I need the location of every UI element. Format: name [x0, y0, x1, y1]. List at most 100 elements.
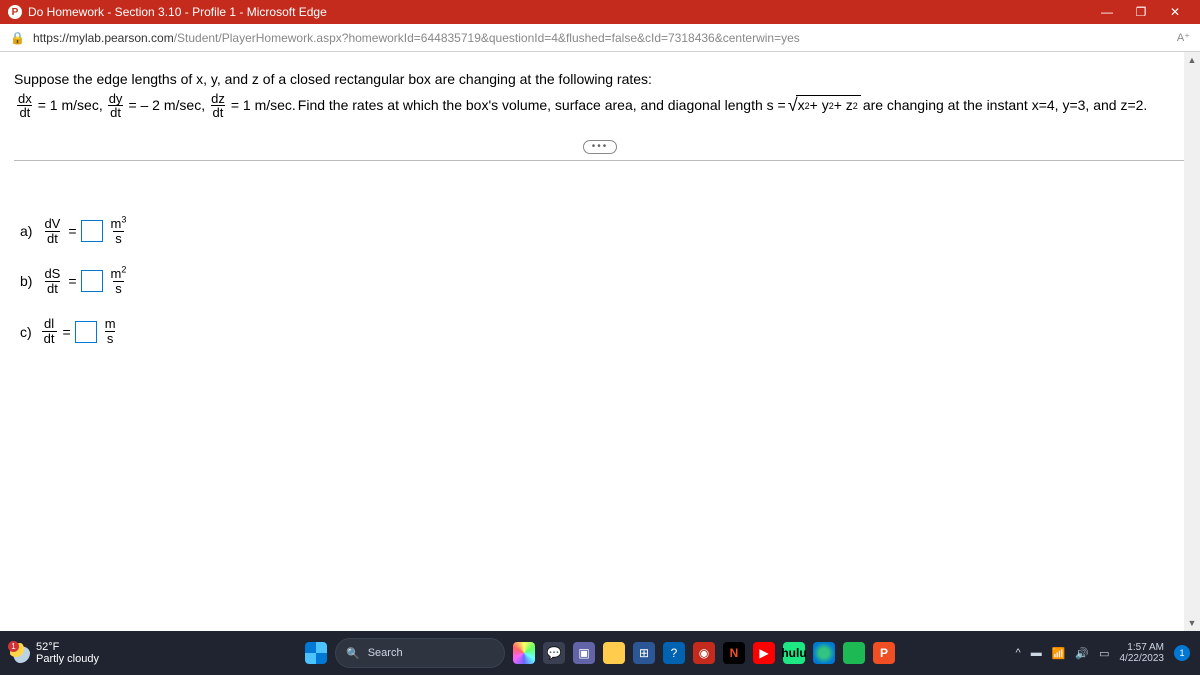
- problem-mid: Find the rates at which the box's volume…: [298, 96, 786, 116]
- frac-num: dV: [42, 217, 62, 231]
- rad-x: x: [798, 96, 805, 116]
- problem-intro: Suppose the edge lengths of x, y, and z …: [14, 70, 1186, 90]
- frac-num: dx: [16, 92, 34, 106]
- url-path: /Student/PlayerHomework.aspx?homeworkId=…: [174, 31, 800, 45]
- dy-value: = – 2 m/sec,: [128, 96, 205, 116]
- clock[interactable]: 1:57 AM 4/22/2023: [1120, 642, 1165, 664]
- battery-icon[interactable]: ▭: [1099, 647, 1109, 660]
- volume-icon[interactable]: 🔊: [1075, 647, 1089, 660]
- answer-c-input[interactable]: [75, 321, 97, 343]
- unit-m: m: [111, 216, 122, 231]
- tray-chevron-icon[interactable]: ^: [1016, 647, 1021, 659]
- unit-c: m s: [103, 317, 118, 345]
- wifi-icon[interactable]: 📶: [1052, 647, 1066, 660]
- maximize-button[interactable]: ❐: [1124, 5, 1158, 19]
- answer-b-input[interactable]: [81, 270, 103, 292]
- equals: =: [68, 223, 76, 239]
- answer-a-label: a): [20, 223, 32, 239]
- dl-dt-fraction: dl dt: [42, 317, 57, 345]
- frac-den: dt: [45, 281, 60, 296]
- frac-num: dS: [42, 267, 62, 281]
- answer-b-label: b): [20, 273, 32, 289]
- app-icon: P: [8, 5, 22, 19]
- edge-icon[interactable]: [813, 642, 835, 664]
- frac-den: dt: [42, 331, 57, 346]
- answer-b-row: b) dS dt = m2 s: [20, 267, 1186, 295]
- equals: =: [68, 273, 76, 289]
- camera-icon[interactable]: ▣: [573, 642, 595, 664]
- onedrive-icon[interactable]: ▬: [1031, 647, 1042, 659]
- answer-section: a) dV dt = m3 s b) dS dt = m2 s: [20, 217, 1186, 346]
- weather-temp: 52°F: [36, 641, 99, 653]
- frac-den: dt: [108, 105, 123, 120]
- scroll-down-arrow-icon[interactable]: ▼: [1184, 615, 1200, 631]
- copilot-icon[interactable]: [513, 642, 535, 664]
- window-title: Do Homework - Section 3.10 - Profile 1 -…: [28, 5, 327, 19]
- youtube-icon[interactable]: ▶: [753, 642, 775, 664]
- store-icon[interactable]: ⊞: [633, 642, 655, 664]
- scroll-track[interactable]: [1184, 68, 1200, 615]
- frac-num: dy: [107, 92, 125, 106]
- dz-dt-fraction: dz dt: [209, 92, 227, 120]
- dS-dt-fraction: dS dt: [42, 267, 62, 295]
- address-bar: 🔒 https://mylab.pearson.com/Student/Play…: [0, 24, 1200, 52]
- unit-den: s: [105, 331, 116, 346]
- start-button[interactable]: [305, 642, 327, 664]
- weather-badge: 1: [8, 641, 19, 652]
- dz-value: = 1 m/sec.: [231, 96, 296, 116]
- window-titlebar: P Do Homework - Section 3.10 - Profile 1…: [0, 0, 1200, 24]
- spotify-icon[interactable]: [843, 642, 865, 664]
- security-icon[interactable]: ?: [663, 642, 685, 664]
- unit-den: s: [113, 231, 124, 246]
- expand-ellipsis-button[interactable]: •••: [583, 140, 617, 154]
- unit-a: m3 s: [109, 217, 129, 245]
- weather-condition: Partly cloudy: [36, 653, 99, 665]
- answer-c-row: c) dl dt = m s: [20, 317, 1186, 345]
- dx-value: = 1 m/sec,: [38, 96, 103, 116]
- problem-tail: are changing at the instant x=4, y=3, an…: [863, 96, 1147, 116]
- chat-icon[interactable]: 💬: [543, 642, 565, 664]
- unit-m: m: [111, 266, 122, 281]
- lock-icon[interactable]: 🔒: [10, 31, 25, 45]
- weather-text: 52°F Partly cloudy: [36, 641, 99, 665]
- url-text[interactable]: https://mylab.pearson.com/Student/Player…: [33, 31, 800, 45]
- unit-exp: 2: [121, 265, 126, 275]
- p-app-icon[interactable]: P: [873, 642, 895, 664]
- frac-den: dt: [45, 231, 60, 246]
- answer-c-label: c): [20, 324, 32, 340]
- divider: [14, 160, 1186, 161]
- answer-a-input[interactable]: [81, 220, 103, 242]
- unit-den: s: [113, 281, 124, 296]
- minimize-button[interactable]: —: [1090, 5, 1124, 19]
- hulu-icon[interactable]: hulu: [783, 642, 805, 664]
- notification-badge[interactable]: 1: [1174, 645, 1190, 661]
- problem-statement: Suppose the edge lengths of x, y, and z …: [14, 70, 1186, 120]
- answer-a-row: a) dV dt = m3 s: [20, 217, 1186, 245]
- unit-exp: 3: [121, 215, 126, 225]
- browser-icon[interactable]: ◉: [693, 642, 715, 664]
- dy-dt-fraction: dy dt: [107, 92, 125, 120]
- unit-m: m: [105, 316, 116, 331]
- close-button[interactable]: ✕: [1158, 5, 1192, 19]
- reader-mode-button[interactable]: A⁺: [1177, 31, 1190, 44]
- equals: =: [63, 324, 71, 340]
- file-explorer-icon[interactable]: [603, 642, 625, 664]
- frac-num: dz: [209, 92, 227, 106]
- dV-dt-fraction: dV dt: [42, 217, 62, 245]
- frac-num: dl: [42, 317, 56, 331]
- n-app-icon[interactable]: N: [723, 642, 745, 664]
- unit-num: m2: [109, 267, 129, 281]
- radicand: x2 + y2 + z2: [796, 95, 861, 116]
- search-icon: 🔍: [346, 647, 360, 660]
- sqrt-expression: √ x2 + y2 + z2: [788, 93, 861, 118]
- scroll-up-arrow-icon[interactable]: ▲: [1184, 52, 1200, 68]
- vertical-scrollbar[interactable]: ▲ ▼: [1184, 52, 1200, 631]
- unit-num: m3: [109, 217, 129, 231]
- problem-rates: dx dt = 1 m/sec, dy dt = – 2 m/sec, dz d…: [14, 92, 1186, 120]
- taskbar-search[interactable]: 🔍 Search: [335, 638, 505, 668]
- homework-content: Suppose the edge lengths of x, y, and z …: [0, 52, 1200, 632]
- weather-widget[interactable]: 1 52°F Partly cloudy: [0, 641, 109, 665]
- url-host: https://mylab.pearson.com: [33, 31, 174, 45]
- dx-dt-fraction: dx dt: [16, 92, 34, 120]
- system-tray: ^ ▬ 📶 🔊 ▭ 1:57 AM 4/22/2023 1: [1006, 642, 1200, 664]
